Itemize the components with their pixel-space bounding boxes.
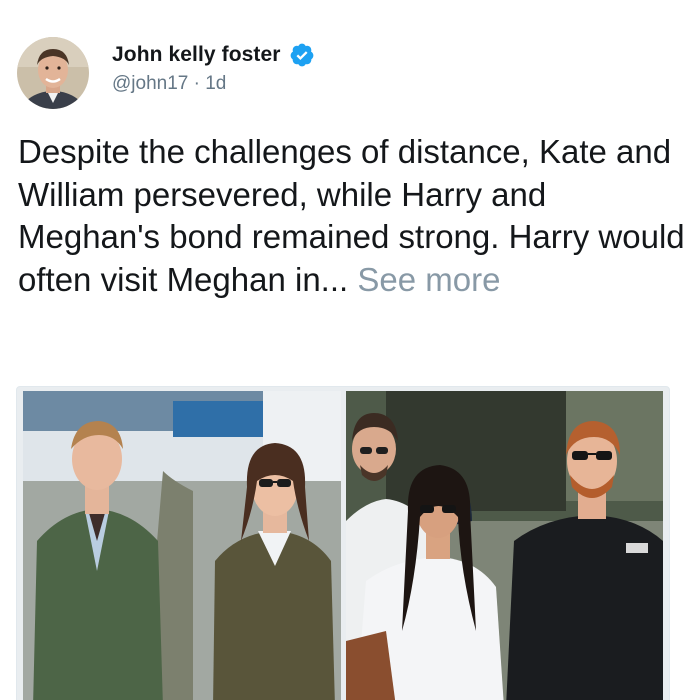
meta-separator: · <box>188 73 206 94</box>
user-avatar-icon <box>17 37 89 109</box>
author-avatar[interactable] <box>17 37 89 109</box>
author-name-row: John kelly foster <box>112 41 315 69</box>
media-photo-right[interactable] <box>346 391 663 700</box>
tweet-body: Despite the challenges of distance, Kate… <box>18 133 685 298</box>
author-display-name[interactable]: John kelly foster <box>112 43 281 67</box>
photo-couple-right <box>346 391 663 700</box>
author-handle[interactable]: @john17 <box>112 73 188 94</box>
tweet-media <box>16 386 670 700</box>
photo-couple-left <box>23 391 341 700</box>
tweet-card[interactable]: John kelly foster @john17 · 1d Despite t… <box>0 0 700 700</box>
media-photo-left[interactable] <box>23 391 341 700</box>
verified-badge-icon <box>289 42 315 68</box>
tweet-text: Despite the challenges of distance, Kate… <box>18 131 688 301</box>
tweet-meta: @john17 · 1d <box>112 73 226 95</box>
see-more-link[interactable]: See more <box>357 261 500 298</box>
tweet-timestamp[interactable]: 1d <box>205 73 226 94</box>
